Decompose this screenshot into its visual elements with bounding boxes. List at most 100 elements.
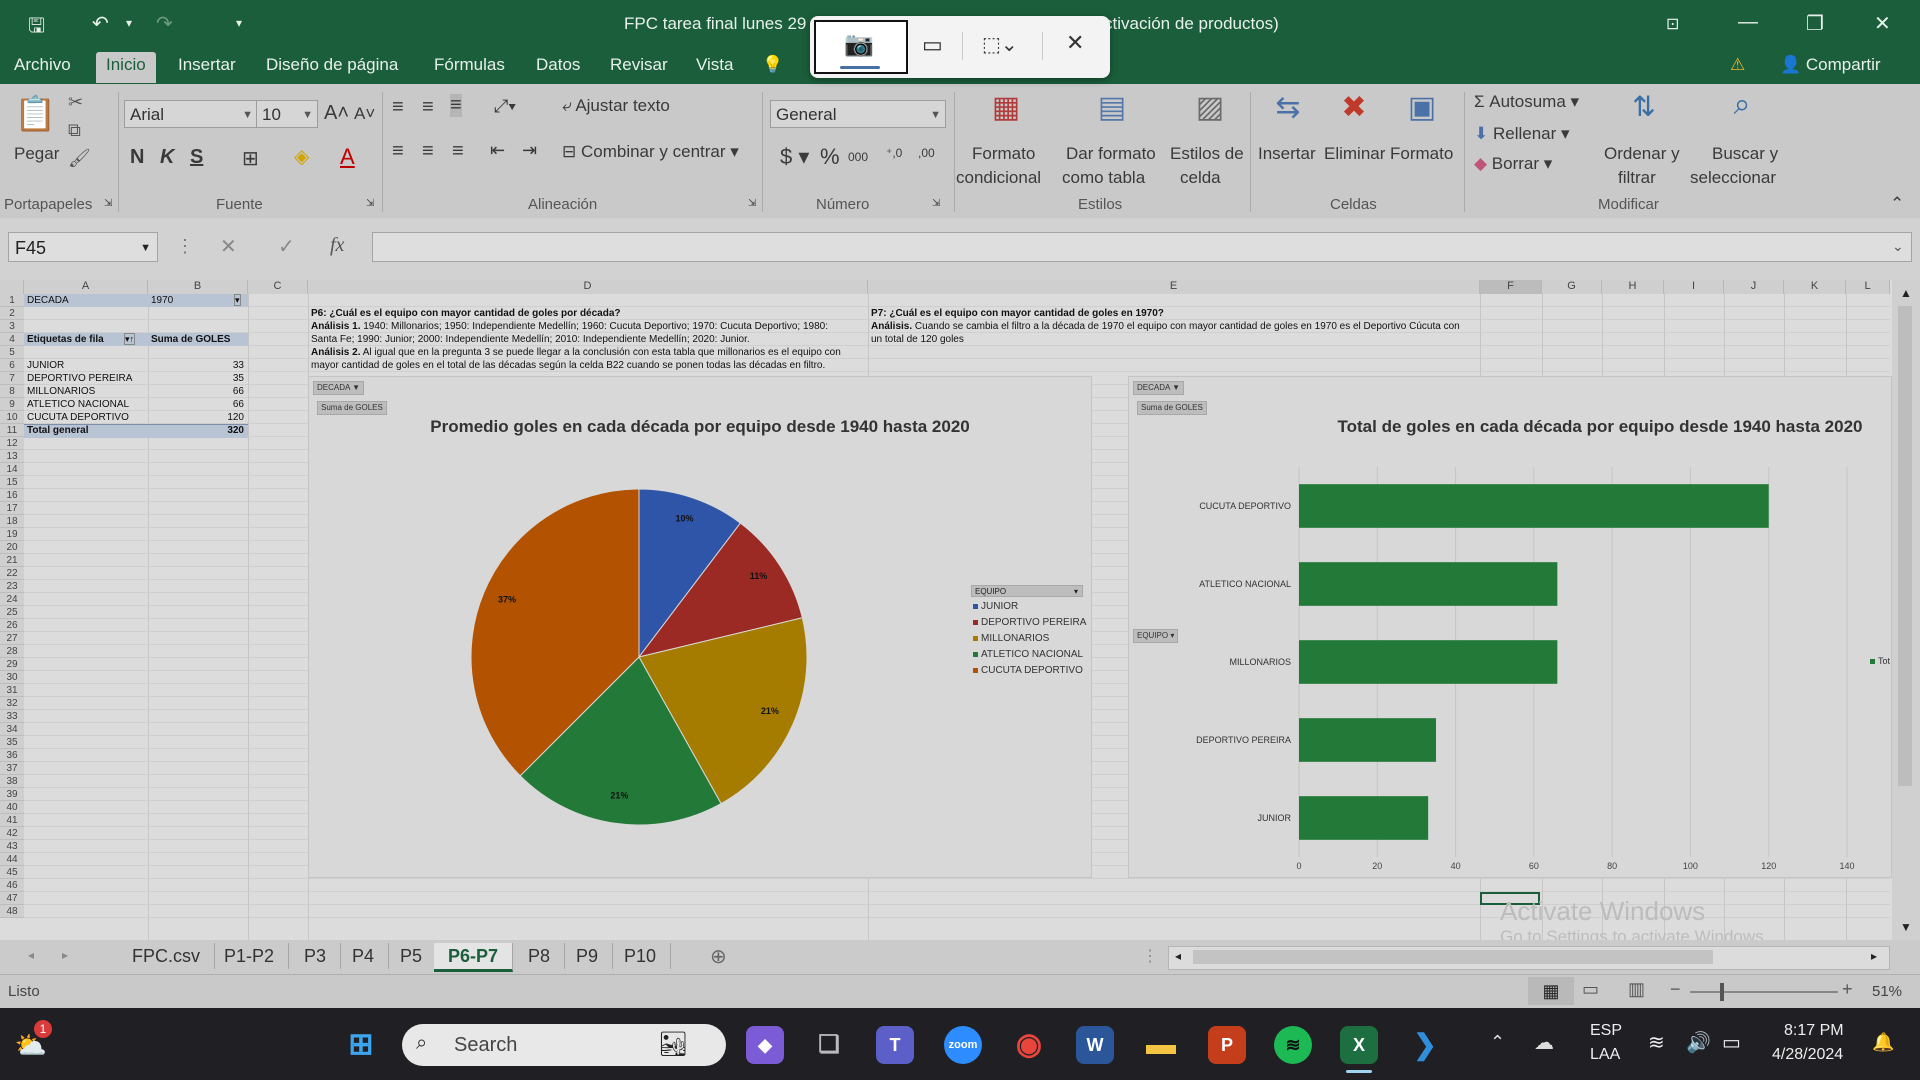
format-painter-icon[interactable]: 🖌 — [68, 148, 91, 169]
alignment-launcher-icon[interactable]: ⇲ — [748, 198, 756, 209]
col-header-g[interactable]: G — [1542, 280, 1602, 294]
tab-insertar[interactable]: Insertar — [178, 55, 236, 75]
clock-time[interactable]: 8:17 PM — [1784, 1022, 1844, 1040]
row-header[interactable]: 13 — [0, 450, 24, 463]
row-header[interactable]: 41 — [0, 814, 24, 827]
col-header-b[interactable]: B — [148, 280, 248, 294]
paste-label[interactable]: Pegar — [14, 144, 59, 164]
page-break-view-icon[interactable]: ▥ — [1628, 979, 1645, 1000]
row-header[interactable]: 28 — [0, 645, 24, 658]
zoom-level[interactable]: 51% — [1872, 983, 1902, 1000]
customize-toolbar-icon[interactable]: ▾ — [236, 16, 242, 30]
table-format-label-1[interactable]: Dar formato — [1066, 144, 1156, 164]
cut-icon[interactable]: ✂ — [68, 92, 83, 113]
worksheet-grid[interactable]: A B C D E F G H I J K L 1 2 3 4 5 6 7 8 9 10 11 12 1… — [0, 280, 1920, 946]
chrome-icon[interactable]: ◉ — [1010, 1026, 1048, 1064]
orientation-icon[interactable]: ⤢▾ — [494, 96, 516, 117]
col-header-a[interactable]: A — [24, 280, 148, 294]
sort-filter-label-1[interactable]: Ordenar y — [1604, 144, 1680, 164]
align-right-icon[interactable]: ≡ — [452, 140, 464, 163]
row-header[interactable]: 27 — [0, 632, 24, 645]
zoom-in-icon[interactable]: + — [1842, 979, 1853, 1000]
language-primary[interactable]: ESP — [1590, 1022, 1622, 1040]
prev-sheet-icon[interactable]: ◂ — [28, 948, 34, 962]
sheet-tab-p5[interactable]: P5 — [386, 943, 438, 969]
cell-styles-label-1[interactable]: Estilos de — [1170, 144, 1244, 164]
row-header[interactable]: 38 — [0, 775, 24, 788]
row-header[interactable]: 21 — [0, 554, 24, 567]
font-launcher-icon[interactable]: ⇲ — [366, 198, 374, 209]
col-header-k[interactable]: K — [1784, 280, 1846, 294]
sort-filter-label-2[interactable]: filtrar — [1618, 168, 1656, 188]
row-header[interactable]: 36 — [0, 749, 24, 762]
align-middle-icon[interactable]: ≡ — [422, 96, 434, 119]
font-color-icon[interactable]: A — [340, 144, 355, 170]
language-secondary[interactable]: LAA — [1590, 1046, 1620, 1064]
format-cells-icon[interactable]: ▣ — [1402, 90, 1442, 125]
tray-overflow-icon[interactable]: ⌃ — [1490, 1032, 1505, 1053]
sheet-tab-fpc-csv[interactable]: FPC.csv — [118, 943, 216, 969]
sort-filter-icon[interactable]: ▾↑ — [124, 333, 136, 345]
sheet-tab-p4[interactable]: P4 — [338, 943, 390, 969]
row-header[interactable]: 2 — [0, 307, 24, 320]
row-header[interactable]: 20 — [0, 541, 24, 554]
format-cells-label[interactable]: Formato — [1390, 144, 1453, 164]
cond-format-label-1[interactable]: Formato — [972, 144, 1035, 164]
wrap-text-button[interactable]: ⤶ Ajustar texto — [562, 96, 670, 116]
close-snip-icon[interactable]: ✕ — [1066, 30, 1084, 56]
warning-icon[interactable]: ⚠ — [1730, 55, 1745, 75]
row-header[interactable]: 22 — [0, 567, 24, 580]
minimize-icon[interactable]: — — [1738, 11, 1758, 34]
insert-cells-label[interactable]: Insertar — [1258, 144, 1316, 164]
sort-filter-icon[interactable]: ⇅ — [1622, 90, 1666, 123]
horizontal-scrollbar[interactable]: ◂ ▸ — [1168, 946, 1890, 970]
row-header[interactable]: 8 — [0, 385, 24, 398]
scroll-up-icon[interactable]: ▲ — [1900, 286, 1912, 300]
col-header-l[interactable]: L — [1846, 280, 1890, 294]
bold-button[interactable]: N — [130, 146, 144, 169]
row-header[interactable]: 5 — [0, 346, 24, 359]
function-icon[interactable]: fx — [330, 234, 344, 257]
excel-icon[interactable]: X — [1340, 1026, 1378, 1064]
pie-legend-header[interactable]: EQUIPO ▾ — [971, 585, 1083, 597]
number-format-combo[interactable]: General ▼ — [770, 100, 946, 128]
row-header[interactable]: 31 — [0, 684, 24, 697]
merge-center-button[interactable]: ⊟ Combinar y centrar ▾ — [562, 142, 739, 162]
row-header[interactable]: 42 — [0, 827, 24, 840]
align-center-icon[interactable]: ≡ — [422, 140, 434, 163]
currency-icon[interactable]: $ ▾ — [780, 144, 809, 170]
row-header[interactable]: 12 — [0, 437, 24, 450]
word-icon[interactable]: W — [1076, 1026, 1114, 1064]
battery-icon[interactable]: ▭ — [1722, 1030, 1741, 1055]
col-header-c[interactable]: C — [248, 280, 308, 294]
row-header[interactable]: 26 — [0, 619, 24, 632]
pie-chart[interactable]: DECADA ▼ Suma de GOLES Promedio goles en… — [308, 376, 1092, 878]
underline-button[interactable]: S — [190, 146, 203, 169]
clipboard-launcher-icon[interactable]: ⇲ — [104, 198, 112, 209]
row-header[interactable]: 6 — [0, 359, 24, 372]
lightbulb-icon[interactable]: 💡 — [762, 55, 783, 75]
expand-formula-icon[interactable]: ⌄ — [1892, 238, 1904, 255]
pivot-filter-value[interactable]: 1970 — [151, 294, 173, 307]
row-header[interactable]: 47 — [0, 892, 24, 905]
decrease-indent-icon[interactable]: ⇤ — [490, 140, 505, 161]
tab-datos[interactable]: Datos — [536, 55, 580, 75]
restore-icon[interactable]: ❐ — [1806, 11, 1824, 36]
row-header[interactable]: 33 — [0, 710, 24, 723]
tab-revisar[interactable]: Revisar — [610, 55, 668, 75]
scroll-left-icon[interactable]: ◂ — [1175, 949, 1181, 963]
zoom-out-icon[interactable]: − — [1670, 979, 1681, 1000]
italic-button[interactable]: K — [160, 146, 174, 169]
row-header[interactable]: 44 — [0, 853, 24, 866]
autosum-button[interactable]: Σ Autosuma ▾ — [1474, 92, 1579, 112]
cell-styles-label-2[interactable]: celda — [1180, 168, 1221, 188]
fill-button[interactable]: ⬇ Rellenar ▾ — [1474, 124, 1570, 144]
row-header[interactable]: 48 — [0, 905, 24, 918]
find-select-label-2[interactable]: seleccionar — [1690, 168, 1776, 188]
sheet-tab-p8[interactable]: P8 — [514, 943, 566, 969]
vscode-icon[interactable]: ❯ — [1406, 1026, 1444, 1064]
video-icon[interactable]: ▭ — [922, 32, 943, 58]
find-select-icon[interactable]: ⌕ — [1720, 88, 1764, 122]
row-header[interactable]: 23 — [0, 580, 24, 593]
row-header[interactable]: 16 — [0, 489, 24, 502]
